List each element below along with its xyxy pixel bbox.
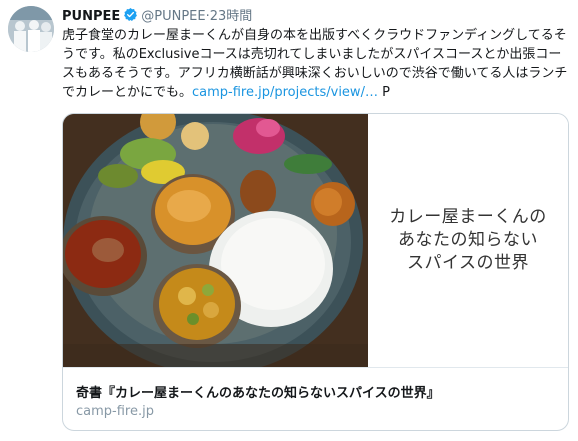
- tweet-text-line: 虎子食堂のカレー屋まーくんが自身の本を出版すべくクラウドファンディングし: [62, 28, 528, 43]
- book-cover-title: カレー屋まーくんの あなたの知らない スパイスの世界: [368, 206, 568, 275]
- trailing-text: P: [377, 85, 390, 100]
- cover-line: カレー屋まーくんの: [389, 207, 547, 227]
- cover-line: あなたの知らない: [398, 230, 538, 250]
- card-title[interactable]: 奇書『カレー屋まーくんのあなたの知らないスパイスの世界』: [76, 382, 440, 401]
- card-domain: camp-fire.jp: [76, 404, 154, 419]
- curry-plate-photo: [63, 114, 368, 367]
- tweet-link[interactable]: camp-fire.jp/projects/view/…: [192, 85, 378, 100]
- timestamp[interactable]: 23時間: [210, 9, 253, 24]
- tweet-text: 虎子食堂のカレー屋まーくんが自身の本を出版すべくクラウドファンディングしてるそう…: [62, 26, 570, 102]
- verified-badge-icon: [123, 7, 138, 27]
- card-text[interactable]: 奇書『カレー屋まーくんのあなたの知らないスパイスの世界』 camp-fire.j…: [63, 367, 568, 430]
- tweet[interactable]: PUNPEE @PUNPEE·23時間 虎子食堂のカレー屋まーくんが自身の本を出版…: [0, 0, 578, 441]
- handle[interactable]: @PUNPEE: [141, 9, 205, 24]
- link-card[interactable]: カレー屋まーくんの あなたの知らない スパイスの世界 奇書『カレー屋まーくんのあ…: [62, 113, 569, 431]
- cover-line: スパイスの世界: [407, 253, 529, 273]
- display-name[interactable]: PUNPEE: [62, 9, 120, 24]
- card-image[interactable]: カレー屋まーくんの あなたの知らない スパイスの世界: [63, 114, 568, 367]
- book-cover: カレー屋まーくんの あなたの知らない スパイスの世界: [368, 114, 568, 367]
- tweet-header: PUNPEE @PUNPEE·23時間: [62, 7, 252, 27]
- avatar[interactable]: [8, 6, 54, 52]
